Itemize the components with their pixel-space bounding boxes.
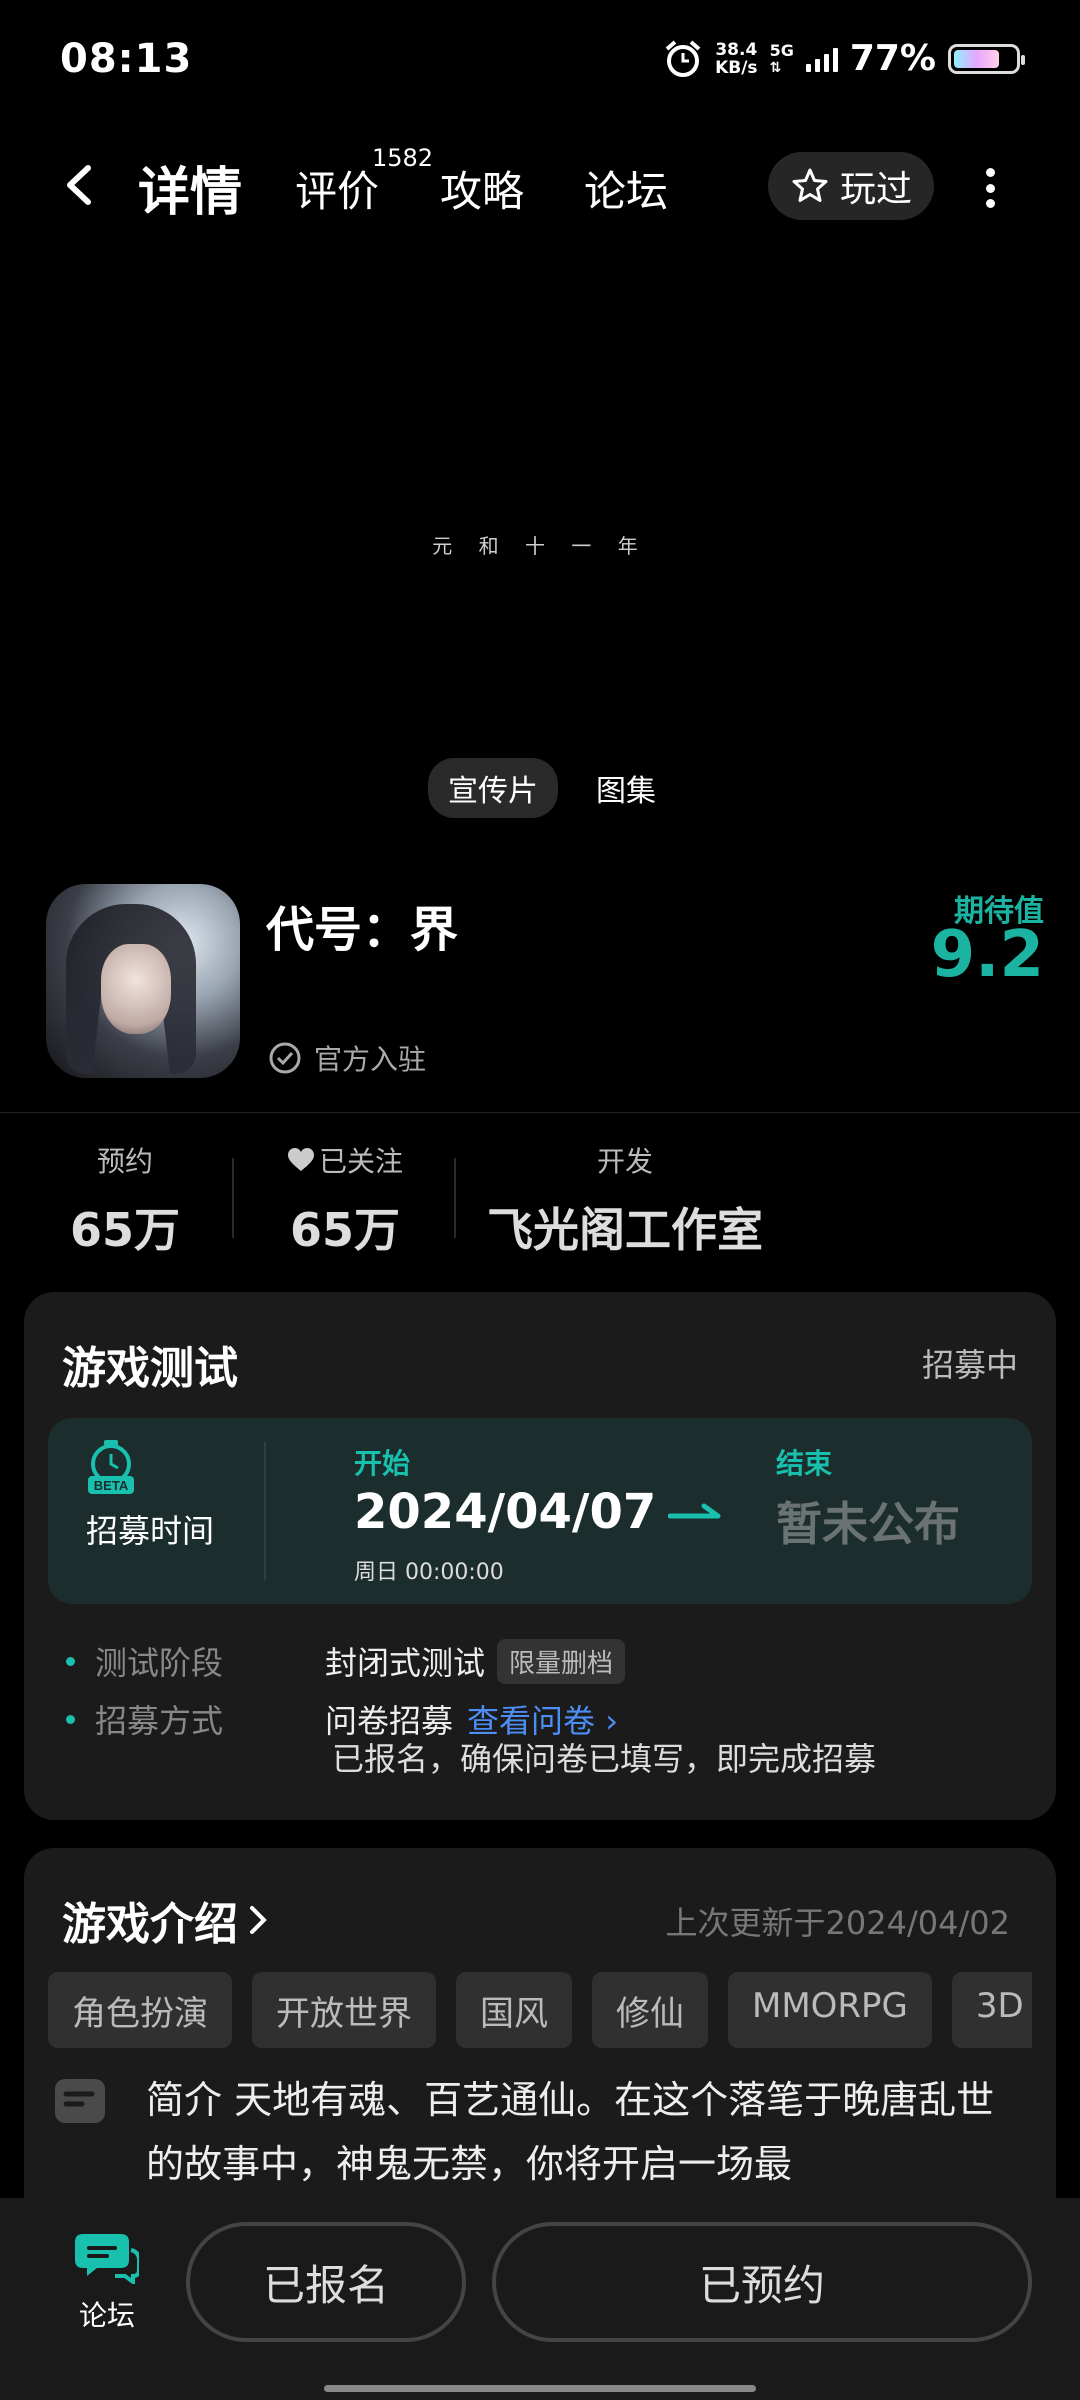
start-weekday-time: 周日 00:00:00 — [354, 1560, 504, 1585]
recruit-method-key: 招募方式 — [95, 1702, 224, 1740]
stat-developer-value: 飞光阁工作室 — [487, 1203, 763, 1257]
expectation-score: 9.2 — [930, 918, 1044, 992]
bullet-dot — [66, 1656, 75, 1666]
genre-tag[interactable]: 开放世界 — [252, 1972, 436, 2048]
stat-divider — [232, 1158, 234, 1238]
forum-chat-icon — [75, 2234, 141, 2286]
official-badge: 官方入驻 — [268, 1038, 426, 1078]
alarm-icon — [665, 39, 701, 77]
network-speed: 38.4 KB/s — [715, 41, 757, 77]
genre-tags: 角色扮演 开放世界 国风 修仙 MMORPG 3D — [48, 1972, 1032, 2052]
svg-text:BETA: BETA — [94, 1478, 129, 1493]
chevron-right-icon — [250, 1906, 267, 1934]
test-phase-row: 测试阶段 封闭式测试 限量删档 — [66, 1638, 626, 1684]
tab-reviews[interactable]: 评价 — [295, 158, 379, 219]
tab-forum[interactable]: 论坛 — [584, 158, 668, 219]
media-tabs: 宣传片 图集 — [428, 758, 676, 818]
stat-developer[interactable]: 开发 飞光阁工作室 — [480, 1140, 770, 1260]
game-test-card: 游戏测试 招募中 BETA 招募时间 开始 2024/04/07 周日 00:0… — [24, 1292, 1056, 1820]
end-value: 暂未公布 — [776, 1497, 960, 1551]
reserved-button[interactable]: 已预约 — [492, 2222, 1032, 2342]
test-phase-key: 测试阶段 — [95, 1644, 224, 1682]
bullet-dot — [66, 1714, 75, 1724]
stat-developer-label: 开发 — [596, 1145, 653, 1178]
test-status: 招募中 — [921, 1346, 1018, 1384]
tab-guides[interactable]: 攻略 — [440, 158, 524, 219]
genre-tag[interactable]: 修仙 — [592, 1972, 708, 2048]
test-phase-tag: 限量删档 — [497, 1638, 626, 1684]
signup-note: 已报名，确保问卷已填写，即完成招募 — [332, 1740, 877, 1778]
speed-unit: KB/s — [715, 57, 758, 78]
media-player[interactable]: 元 和 十 一 年 宣传片 图集 — [0, 240, 1080, 840]
check-circle-icon — [269, 1042, 301, 1074]
stat-reservations-value: 65万 — [70, 1203, 181, 1257]
stat-follow-label: 已关注 — [318, 1145, 403, 1178]
home-indicator[interactable] — [324, 2385, 756, 2392]
genre-tag[interactable]: 角色扮演 — [48, 1972, 232, 2048]
bottom-action-bar: 论坛 已报名 已预约 — [0, 2198, 1080, 2400]
network-label: 5G — [769, 41, 794, 60]
played-label: 玩过 — [839, 169, 912, 210]
forum-nav-label: 论坛 — [78, 2299, 135, 2332]
status-icons: 38.4 KB/s 5G ⇅ 77% — [663, 38, 1025, 79]
network-type: 5G ⇅ — [770, 41, 794, 76]
stat-divider — [454, 1158, 456, 1238]
forum-nav-button[interactable]: 论坛 — [62, 2228, 152, 2334]
data-arrows-icon: ⇅ — [769, 60, 782, 76]
stat-follow-value: 65万 — [289, 1203, 400, 1257]
signed-up-button[interactable]: 已报名 — [186, 2222, 466, 2342]
test-card-title: 游戏测试 — [62, 1343, 238, 1394]
end-label: 结束 — [776, 1447, 833, 1480]
intro-text: 简介 天地有魂、百艺通仙。在这个落笔于晚唐乱世的故事中，神鬼无禁，你将开启一场最 — [146, 2078, 995, 2186]
status-bar: 08:13 38.4 KB/s 5G ⇅ 77% — [0, 0, 1080, 120]
signal-icon — [805, 46, 838, 72]
start-date: 2024/04/07 — [354, 1484, 657, 1540]
review-count-badge: 1582 — [372, 144, 434, 172]
intro-title-link[interactable]: 游戏介绍 — [62, 1888, 270, 1952]
genre-tag[interactable]: 3D — [951, 1972, 1032, 2048]
test-phase-value: 封闭式测试 — [325, 1644, 486, 1682]
last-updated: 上次更新于2024/04/02 — [665, 1904, 1010, 1942]
recruit-time-label: 招募时间 — [86, 1512, 215, 1550]
played-button[interactable]: 玩过 — [768, 152, 934, 220]
heart-icon — [287, 1148, 314, 1171]
tab-details-label: 详情 — [138, 163, 243, 223]
battery-icon — [948, 43, 1025, 74]
summary-icon — [55, 2079, 105, 2123]
stat-follow-label-row: 已关注 — [270, 1140, 420, 1180]
arrow-right-icon — [668, 1503, 721, 1519]
back-arrow-icon[interactable] — [56, 160, 106, 210]
tab-gallery[interactable]: 图集 — [576, 758, 676, 818]
recruit-divider — [264, 1442, 266, 1580]
intro-title: 游戏介绍 — [62, 1899, 238, 1950]
start-label: 开始 — [354, 1447, 411, 1480]
official-label: 官方入驻 — [314, 1043, 427, 1076]
divider — [0, 1112, 1080, 1113]
recruit-time-box: BETA 招募时间 开始 2024/04/07 周日 00:00:00 结束 暂… — [48, 1418, 1032, 1604]
genre-tag[interactable]: 国风 — [456, 1972, 572, 2048]
beta-timer-icon: BETA — [88, 1440, 134, 1494]
stat-follow[interactable]: 已关注 65万 — [270, 1140, 420, 1260]
tab-details[interactable]: 详情 — [134, 150, 247, 225]
game-icon — [46, 884, 240, 1078]
more-options-icon[interactable] — [980, 168, 1000, 208]
stat-reservations-label: 预约 — [96, 1145, 153, 1178]
genre-tag[interactable]: MMORPG — [728, 1972, 932, 2048]
speed-value: 38.4 — [715, 39, 758, 60]
battery-percent: 77% — [849, 38, 936, 79]
stat-reservations: 预约 65万 — [70, 1140, 180, 1260]
tab-trailer[interactable]: 宣传片 — [428, 758, 558, 818]
status-time: 08:13 — [60, 36, 193, 82]
star-outline-icon — [792, 168, 828, 202]
top-nav: 详情 评价 1582 攻略 论坛 玩过 — [0, 140, 1080, 230]
game-title: 代号：界 — [266, 902, 459, 958]
video-caption: 元 和 十 一 年 — [432, 534, 648, 558]
